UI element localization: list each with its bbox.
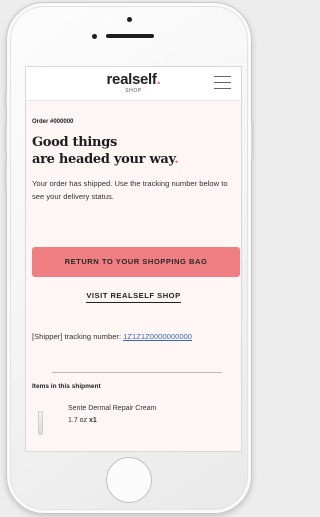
divider [52,372,222,373]
logo-text: realself [106,71,157,88]
volume-up-button [4,123,7,153]
tracking-info: [Shipper] tracking number: 1Z1Z1Z0000000… [32,332,192,341]
product-size: 1.7 oz [68,417,88,424]
order-number: Order #000000 [32,119,74,125]
hamburger-menu-icon[interactable] [214,76,231,90]
visit-realself-shop-link[interactable]: VISIT REALSELF SHOP [86,291,181,303]
order-confirmation: Order #000000 Good things are headed you… [26,101,241,203]
product-tube-icon [37,411,43,435]
product-thumbnail [34,403,46,435]
realself-logo[interactable]: realself. [26,71,241,88]
shop-header: realself. SHOP [26,67,241,101]
tracking-label: [Shipper] tracking number: [32,332,124,341]
phone-screen: realself. SHOP Order #000000 Good things… [25,66,242,452]
shipment-items-title: Items in this shipment [32,383,101,390]
shipment-message: Your order has shipped. Use the tracking… [32,179,228,201]
product-name: Sente Dermal Repair Cream [68,405,157,412]
headline-line-2: are headed your way [32,152,175,167]
product-size-qty: 1.7 oz x1 [68,417,97,424]
mute-switch [4,91,7,107]
speaker-grille [106,34,154,38]
home-button[interactable] [106,457,152,503]
power-button [251,123,254,159]
product-quantity: x1 [89,417,97,424]
front-camera-dot [92,34,97,39]
tracking-number-link[interactable]: 1Z1Z1Z0000000000 [123,332,192,341]
headline-period: . [174,152,179,167]
volume-down-button [4,161,7,191]
earpiece-dot [127,17,132,22]
logo-subtitle: SHOP [125,88,142,94]
page-title: Good things are headed your way. [32,134,241,168]
return-to-shopping-bag-button[interactable]: RETURN TO YOUR SHOPPING BAG [32,247,240,277]
headline-line-1: Good things [32,135,118,150]
logo-period: . [156,71,161,88]
visit-shop-link-row: VISIT REALSELF SHOP [26,291,241,303]
